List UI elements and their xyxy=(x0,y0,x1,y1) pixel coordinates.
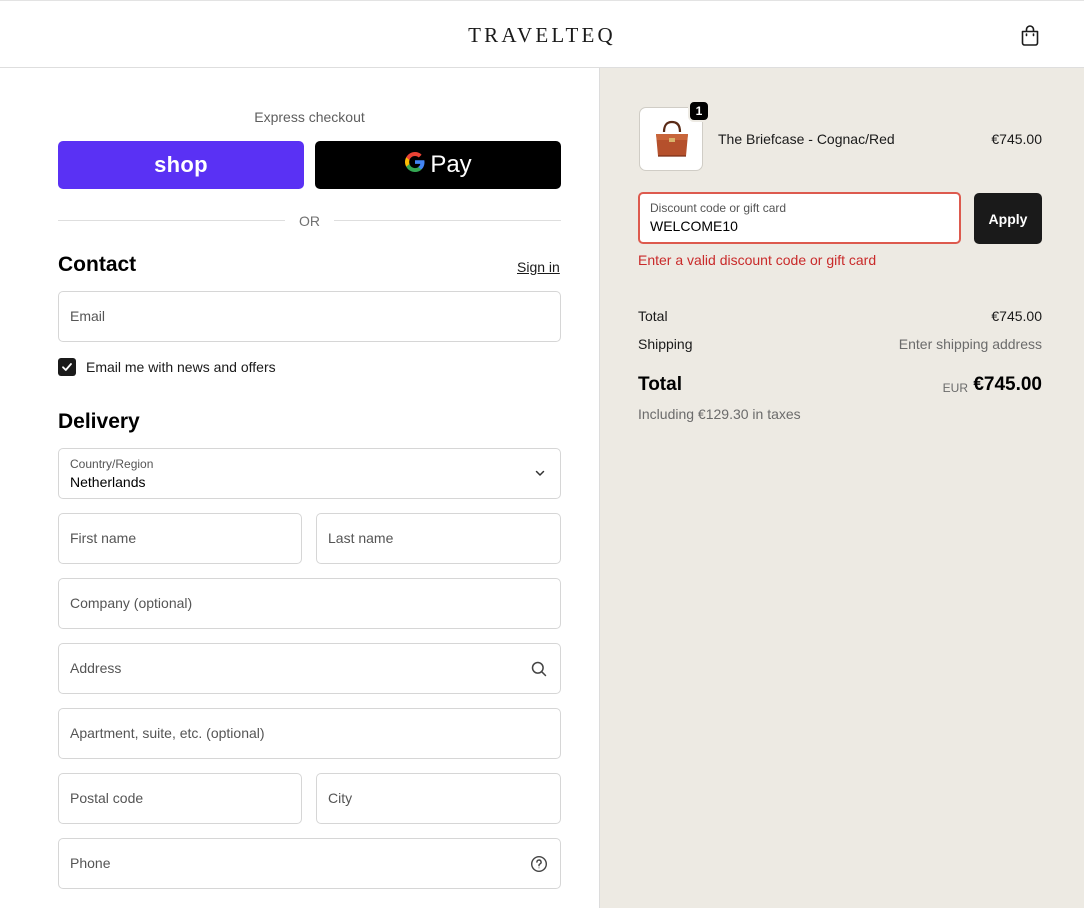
divider-line-right xyxy=(334,220,561,221)
address-field[interactable]: Address xyxy=(58,643,561,694)
delivery-title: Delivery xyxy=(58,410,140,433)
shop-pay-button[interactable]: shop xyxy=(58,141,304,189)
apartment-field[interactable]: Apartment, suite, etc. (optional) xyxy=(58,708,561,759)
country-label: Country/Region xyxy=(70,457,154,471)
city-field[interactable]: City xyxy=(316,773,561,824)
google-pay-label: Pay xyxy=(430,151,472,178)
express-checkout-label: Express checkout xyxy=(254,109,365,125)
google-pay-button[interactable]: Pay xyxy=(315,141,561,189)
shipping-label: Shipping xyxy=(638,336,693,352)
help-circle-icon[interactable] xyxy=(530,855,548,873)
search-icon[interactable] xyxy=(530,660,548,678)
email-placeholder: Email xyxy=(70,308,106,324)
city-placeholder: City xyxy=(328,790,353,806)
country-select[interactable]: Country/Region Netherlands xyxy=(58,448,561,499)
discount-code-input[interactable]: Discount code or gift card WELCOME10 xyxy=(638,192,961,244)
checkmark-icon xyxy=(62,363,72,371)
shopping-bag-icon[interactable] xyxy=(1018,23,1042,47)
first-name-field[interactable]: First name xyxy=(58,513,302,564)
shipping-value: Enter shipping address xyxy=(898,336,1042,352)
order-summary: 1 The Briefcase - Cognac/Red €745.00 Dis… xyxy=(599,68,1084,908)
newsletter-checkbox-row[interactable]: Email me with news and offers xyxy=(58,357,276,377)
shop-pay-logo: shop xyxy=(154,152,208,177)
store-logo[interactable]: TRAVELTEQ xyxy=(0,23,1084,48)
last-name-field[interactable]: Last name xyxy=(316,513,561,564)
address-placeholder: Address xyxy=(70,660,122,676)
subtotal-label: Total xyxy=(638,308,668,324)
total-label: Total xyxy=(638,374,682,395)
discount-error-message: Enter a valid discount code or gift card xyxy=(638,252,877,268)
or-divider: OR xyxy=(58,213,561,229)
phone-field[interactable]: Phone xyxy=(58,838,561,889)
postal-code-field[interactable]: Postal code xyxy=(58,773,302,824)
product-price: €745.00 xyxy=(991,131,1042,147)
phone-placeholder: Phone xyxy=(70,855,111,871)
discount-value: WELCOME10 xyxy=(650,218,738,234)
checkout-header: TRAVELTEQ xyxy=(0,0,1084,68)
tax-note: Including €129.30 in taxes xyxy=(638,406,801,422)
email-field[interactable]: Email xyxy=(58,291,561,342)
quantity-badge: 1 xyxy=(688,100,710,122)
apply-discount-button[interactable]: Apply xyxy=(974,193,1042,244)
checkout-form: Express checkout shop Pay OR Contact Sig… xyxy=(0,68,600,908)
google-g-icon xyxy=(404,151,426,180)
apartment-placeholder: Apartment, suite, etc. (optional) xyxy=(70,725,265,741)
country-value: Netherlands xyxy=(70,474,146,490)
newsletter-checkbox[interactable] xyxy=(58,358,76,376)
product-thumbnail: 1 xyxy=(639,100,710,171)
newsletter-label: Email me with news and offers xyxy=(86,359,276,375)
product-name: The Briefcase - Cognac/Red xyxy=(718,131,895,147)
company-field[interactable]: Company (optional) xyxy=(58,578,561,629)
subtotal-value: €745.00 xyxy=(991,308,1042,324)
or-label: OR xyxy=(299,213,320,229)
total-value: €745.00 xyxy=(973,374,1042,395)
contact-title: Contact xyxy=(58,253,137,276)
chevron-down-icon xyxy=(533,466,547,480)
company-placeholder: Company (optional) xyxy=(70,595,193,611)
postal-code-placeholder: Postal code xyxy=(70,790,144,806)
discount-label: Discount code or gift card xyxy=(650,201,787,215)
first-name-placeholder: First name xyxy=(70,530,137,546)
sign-in-link[interactable]: Sign in xyxy=(517,259,560,275)
last-name-placeholder: Last name xyxy=(328,530,394,546)
total-currency: EUR xyxy=(942,381,968,395)
